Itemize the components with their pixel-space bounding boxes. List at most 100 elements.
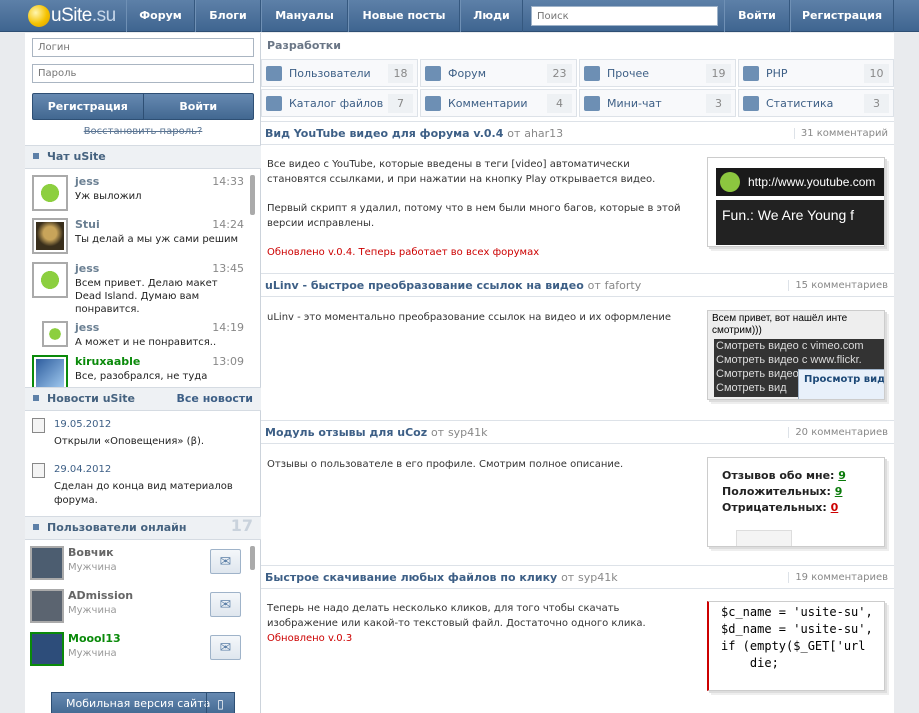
preview-popup: Просмотр вид bbox=[798, 369, 884, 399]
site-logo[interactable]: uSite .su bbox=[28, 3, 116, 29]
post-title-text[interactable]: Вид YouTube видео для форума v.0.4 bbox=[265, 127, 503, 140]
post-author[interactable]: faforty bbox=[605, 279, 642, 292]
restore-password-link[interactable]: Восстановить пароль? bbox=[25, 126, 261, 137]
play-icon bbox=[720, 172, 740, 192]
message-icon[interactable]: ✉ bbox=[210, 592, 241, 617]
chat-time: 14:24 bbox=[212, 218, 244, 231]
user-sex: Мужчина bbox=[68, 562, 117, 573]
forum-icon bbox=[425, 66, 441, 81]
post-comments-count[interactable]: 31 комментарий bbox=[793, 128, 888, 139]
category-count: 4 bbox=[547, 94, 572, 113]
category-comments[interactable]: Комментарии 4 bbox=[420, 89, 577, 117]
chat-text: А может и не понравится.. bbox=[75, 337, 217, 348]
thumb-line: Смотреть видео с vimeo.com bbox=[716, 340, 864, 352]
post-title[interactable]: uLinv - быстрое преобразование ссылок на… bbox=[265, 279, 641, 292]
avatar[interactable] bbox=[32, 218, 68, 254]
all-news-link[interactable]: Все новости bbox=[177, 388, 253, 410]
post-title-text[interactable]: uLinv - быстрое преобразование ссылок на… bbox=[265, 279, 584, 292]
avatar[interactable] bbox=[42, 321, 68, 347]
code-thumbnail[interactable]: $c_name = 'usite-su', $d_name = 'usite-s… bbox=[707, 601, 885, 691]
chat-scrollbar[interactable] bbox=[250, 175, 255, 215]
users-scrollbar[interactable] bbox=[250, 546, 255, 570]
chat-author[interactable]: jess bbox=[75, 321, 99, 334]
category-count: 23 bbox=[547, 64, 572, 83]
register-button[interactable]: Регистрация bbox=[33, 94, 143, 119]
news-date[interactable]: 19.05.2012 bbox=[54, 419, 111, 430]
nav-register[interactable]: Регистрация bbox=[790, 0, 894, 32]
post-title[interactable]: Модуль отзывы для uCoz от syp41k bbox=[265, 426, 488, 439]
nav-manuals[interactable]: Мануалы bbox=[261, 0, 348, 32]
post-thumbnail[interactable]: http://www.youtube.com Fun.: We Are Youn… bbox=[707, 157, 885, 247]
post-comments-count[interactable]: 19 комментариев bbox=[788, 572, 888, 583]
post-comments-count[interactable]: 15 комментариев bbox=[788, 280, 888, 291]
reviews-thumbnail[interactable]: Отзывов обо мне: 9 Положительных: 9 Отри… bbox=[707, 457, 885, 547]
post-title[interactable]: Быстрое скачивание любых файлов по клику… bbox=[265, 571, 618, 584]
reviews-negative-row: Отрицательных: 0 bbox=[722, 500, 884, 516]
nav-login[interactable]: Войти bbox=[724, 0, 790, 32]
post-comments-count[interactable]: 20 комментариев bbox=[788, 427, 888, 438]
nav-people[interactable]: Люди bbox=[460, 0, 523, 32]
post-title-text[interactable]: Модуль отзывы для uCoz bbox=[265, 426, 427, 439]
chat-author[interactable]: Stui bbox=[75, 218, 100, 231]
chat-author[interactable]: jess bbox=[75, 262, 99, 275]
mobile-version-button[interactable]: Мобильная версия сайта ▯ bbox=[51, 692, 235, 713]
category-label: PHP bbox=[766, 67, 788, 80]
avatar[interactable] bbox=[32, 175, 68, 211]
nav-new-posts[interactable]: Новые посты bbox=[348, 0, 460, 32]
category-minichat[interactable]: Мини-чат 3 bbox=[579, 89, 736, 117]
online-user: Moool13 Мужчина ✉ bbox=[30, 632, 252, 668]
files-icon bbox=[266, 96, 282, 111]
category-count: 18 bbox=[388, 64, 413, 83]
phone-icon: ▯ bbox=[206, 693, 234, 713]
avatar[interactable] bbox=[32, 262, 68, 298]
chat-author[interactable]: kiruxaable bbox=[75, 355, 140, 368]
chat-text: Ты делай а мы уж сами решим bbox=[75, 234, 239, 245]
post-thumbnail[interactable]: Всем привет, вот нашёл инте смотрим))) С… bbox=[707, 310, 885, 400]
post-author[interactable]: syp41k bbox=[578, 571, 618, 584]
news-header: Новости uSite Все новости bbox=[25, 387, 261, 411]
avatar[interactable] bbox=[30, 632, 64, 666]
post-by: от bbox=[507, 127, 521, 140]
avatar[interactable] bbox=[32, 355, 68, 387]
category-users[interactable]: Пользователи 18 bbox=[261, 59, 418, 87]
chat-time: 14:33 bbox=[212, 175, 244, 188]
users-icon bbox=[266, 66, 282, 81]
category-misc[interactable]: Прочее 19 bbox=[579, 59, 736, 87]
right-gutter bbox=[894, 33, 919, 713]
login-button[interactable]: Войти bbox=[142, 94, 254, 119]
nav-blogs[interactable]: Блоги bbox=[195, 0, 261, 32]
news-item: 29.04.2012 Сделан до конца вид материало… bbox=[32, 463, 254, 513]
post-author[interactable]: ahar13 bbox=[524, 127, 563, 140]
news-date[interactable]: 29.04.2012 bbox=[54, 464, 111, 475]
message-icon[interactable]: ✉ bbox=[210, 549, 241, 574]
news-text: Открыли «Оповещения» (β). bbox=[54, 436, 205, 447]
post-title-text[interactable]: Быстрое скачивание любых файлов по клику bbox=[265, 571, 557, 584]
category-files[interactable]: Каталог файлов 7 bbox=[261, 89, 418, 117]
avatar[interactable] bbox=[30, 546, 64, 580]
category-php[interactable]: PHP 10 bbox=[738, 59, 894, 87]
user-name[interactable]: ADmission bbox=[68, 589, 133, 602]
category-count: 10 bbox=[864, 64, 889, 83]
thumb-line: Смотреть видео с www.flickr. bbox=[716, 354, 862, 366]
nav-forum[interactable]: Форум bbox=[126, 0, 195, 32]
category-label: Мини-чат bbox=[607, 97, 662, 110]
post-author[interactable]: syp41k bbox=[448, 426, 488, 439]
chat-author[interactable]: jess bbox=[75, 175, 99, 188]
chat-message: Stui 14:24 Ты делай а мы уж сами решим bbox=[32, 218, 244, 258]
password-field[interactable] bbox=[32, 64, 254, 83]
post-header: uLinv - быстрое преобразование ссылок на… bbox=[261, 273, 894, 297]
login-field[interactable] bbox=[32, 38, 254, 57]
logo-ball-icon bbox=[28, 5, 50, 27]
search-input[interactable] bbox=[531, 6, 718, 26]
avatar[interactable] bbox=[30, 589, 64, 623]
category-count: 19 bbox=[706, 64, 731, 83]
category-forum[interactable]: Форум 23 bbox=[420, 59, 577, 87]
post-title[interactable]: Вид YouTube видео для форума v.0.4 от ah… bbox=[265, 127, 563, 140]
chat-text: Уж выложил bbox=[75, 191, 142, 202]
post-by: от bbox=[561, 571, 575, 584]
user-name[interactable]: Moool13 bbox=[68, 632, 121, 645]
category-label: Прочее bbox=[607, 67, 650, 80]
user-name[interactable]: Вовчик bbox=[68, 546, 114, 559]
category-stats[interactable]: Статистика 3 bbox=[738, 89, 894, 117]
message-icon[interactable]: ✉ bbox=[210, 635, 241, 660]
